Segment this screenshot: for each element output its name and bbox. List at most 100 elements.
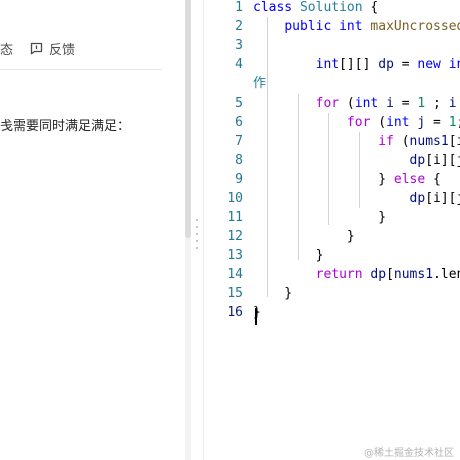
code-token: int — [354, 96, 379, 111]
problem-panel: 态 反馈 戋需要同时满足满足： — [0, 0, 185, 460]
code-line: } else { — [253, 170, 441, 189]
code-token: { — [425, 172, 441, 187]
code-token: } — [253, 210, 387, 225]
line-number: 11 — [227, 210, 243, 225]
drag-handle-icon — [196, 219, 199, 254]
code-token: = — [393, 96, 418, 111]
code-line: for (int j = 1; — [253, 113, 460, 132]
code-token: } — [253, 229, 355, 244]
code-token: [i- — [448, 134, 460, 149]
code-token: 1 — [448, 115, 457, 130]
code-token: int — [448, 57, 460, 72]
code-editor[interactable]: 1 2 3 4 5 6 7 8 9 10 11 12 13 14 15 16 class Solution {… — [205, 0, 460, 460]
code-token: i — [386, 96, 394, 111]
line-number: 9 — [235, 172, 243, 187]
code-line: for (int i = 1 ; i < — [253, 94, 460, 113]
code-line: dp[i][j] — [253, 189, 460, 208]
code-token: .length — [433, 267, 460, 282]
line-number: 7 — [235, 134, 243, 149]
indent-guide — [359, 132, 360, 170]
code-token: nums1 — [409, 134, 449, 149]
code-line: if (nums1[i- — [253, 132, 460, 151]
code-line: public int maxUncrossedLines — [253, 17, 460, 36]
problem-actions-bar: 态 反馈 — [0, 38, 185, 58]
code-token: ( — [393, 134, 410, 149]
code-token: } — [253, 305, 261, 320]
code-line: dp[i][j] — [253, 151, 460, 170]
feedback-icon — [30, 42, 43, 55]
line-number: 4 — [235, 57, 243, 72]
indent-guide — [359, 170, 360, 208]
code-token: } — [253, 286, 293, 301]
code-token: if — [378, 134, 394, 149]
indent-guide — [298, 94, 299, 260]
code-token: int — [315, 57, 340, 72]
code-content[interactable]: class Solution { public int maxUncrossed… — [253, 0, 460, 460]
code-token: Solution — [299, 0, 363, 15]
code-token: return — [315, 267, 363, 282]
code-line: } — [253, 303, 261, 322]
code-line: } — [253, 227, 355, 246]
code-line: return dp[nums1.length — [253, 265, 460, 284]
watermark: @稀土掘金技术社区 — [364, 448, 454, 459]
line-number: 16 — [227, 305, 243, 320]
code-token: { — [362, 0, 379, 15]
code-token: else — [393, 172, 426, 187]
code-token: = — [425, 115, 449, 130]
code-token: public — [284, 19, 332, 34]
line-number: 5 — [235, 96, 243, 111]
code-token: dp — [378, 57, 394, 72]
code-token: = — [393, 57, 418, 72]
code-token: < — [457, 96, 460, 111]
line-number: 13 — [227, 248, 243, 263]
feedback-label: 反馈 — [49, 42, 76, 58]
line-number: 1 — [235, 0, 243, 15]
line-number-gutter: 1 2 3 4 5 6 7 8 9 10 11 12 13 14 15 16 — [205, 0, 245, 460]
code-token: ; — [425, 96, 449, 111]
code-line: int[][] dp = new int — [253, 55, 460, 74]
divider — [0, 69, 162, 70]
line-number: 8 — [235, 153, 243, 168]
code-line: } — [253, 208, 386, 227]
wrapped-code-fragment: 作 — [253, 76, 267, 91]
line-number: 10 — [227, 191, 243, 206]
code-token: } — [378, 172, 394, 187]
code-token: i — [448, 96, 457, 111]
code-token: for — [315, 96, 340, 111]
action-label-partial[interactable]: 态 — [0, 39, 13, 58]
code-token: [][] — [339, 57, 379, 72]
indent-guide — [328, 113, 329, 225]
feedback-button[interactable]: 反馈 — [30, 38, 75, 58]
code-token: ( — [370, 115, 387, 130]
code-token: } — [253, 248, 324, 263]
code-line: } — [253, 284, 292, 303]
indent-guide — [267, 17, 268, 297]
code-token: class — [253, 0, 293, 15]
code-token: new — [417, 57, 441, 72]
line-number: 12 — [227, 229, 243, 244]
line-number: 3 — [235, 38, 243, 53]
panel-resize-handle[interactable] — [191, 0, 204, 460]
code-token: nums1 — [393, 267, 434, 282]
code-token: ( — [339, 96, 355, 111]
code-token: int — [386, 115, 410, 130]
code-token: ; — [457, 115, 460, 130]
code-token: int — [339, 19, 363, 34]
problem-description-text: 戋需要同时满足满足： — [0, 119, 131, 134]
code-token: dp — [370, 267, 387, 282]
code-token: dp — [409, 191, 426, 206]
code-token: [i][j] — [425, 191, 460, 206]
line-number: 2 — [235, 19, 243, 34]
code-token: [ — [386, 267, 394, 282]
code-line: } — [253, 246, 324, 265]
